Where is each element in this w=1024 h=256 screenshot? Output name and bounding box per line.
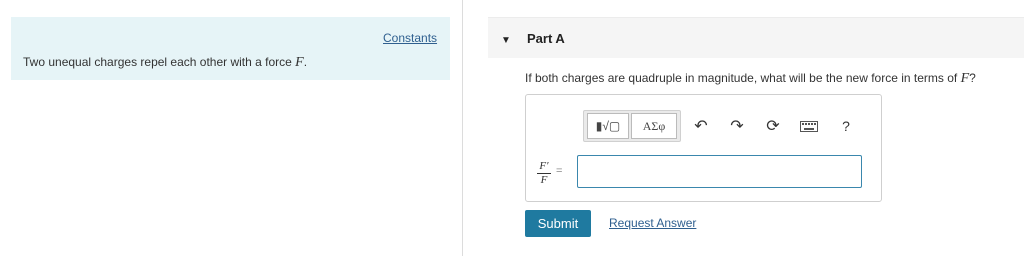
reset-icon[interactable]: ⟳ [763,116,783,136]
problem-statement-text: Two unequal charges repel each other wit… [23,55,296,69]
question-variable: F [960,71,970,86]
equals-sign: = [556,165,563,177]
keyboard-icon[interactable] [799,116,819,136]
panel-divider [462,0,463,256]
question-body: If both charges are quadruple in magnitu… [525,71,961,85]
templates-button[interactable]: ▮√▢ [587,113,629,139]
fraction-numerator: F′ [537,161,551,174]
constants-link[interactable]: Constants [383,31,437,45]
fraction-denominator: F [540,174,548,186]
undo-icon[interactable]: ↶ [691,116,711,136]
problem-statement: Two unequal charges repel each other wit… [23,55,307,71]
caret-down-icon[interactable]: ▼ [501,35,511,46]
part-header [488,17,1024,58]
submit-button[interactable]: Submit [525,210,591,237]
question-end: ? [969,71,976,85]
templates-icon: ▮√▢ [595,119,621,133]
redo-icon[interactable]: ↷ [727,116,747,136]
keyboard-svg [800,120,818,132]
symbols-label: ΑΣφ [642,118,666,133]
answer-input[interactable] [577,155,862,188]
problem-statement-end: . [303,55,308,69]
part-title[interactable]: Part A [527,31,565,46]
help-button[interactable]: ? [836,116,856,136]
symbols-button[interactable]: ΑΣφ [631,113,677,139]
request-answer-link[interactable]: Request Answer [609,216,696,230]
force-variable: F [295,55,304,70]
answer-fraction: F′ F [537,161,551,186]
question-text: If both charges are quadruple in magnitu… [525,71,976,87]
